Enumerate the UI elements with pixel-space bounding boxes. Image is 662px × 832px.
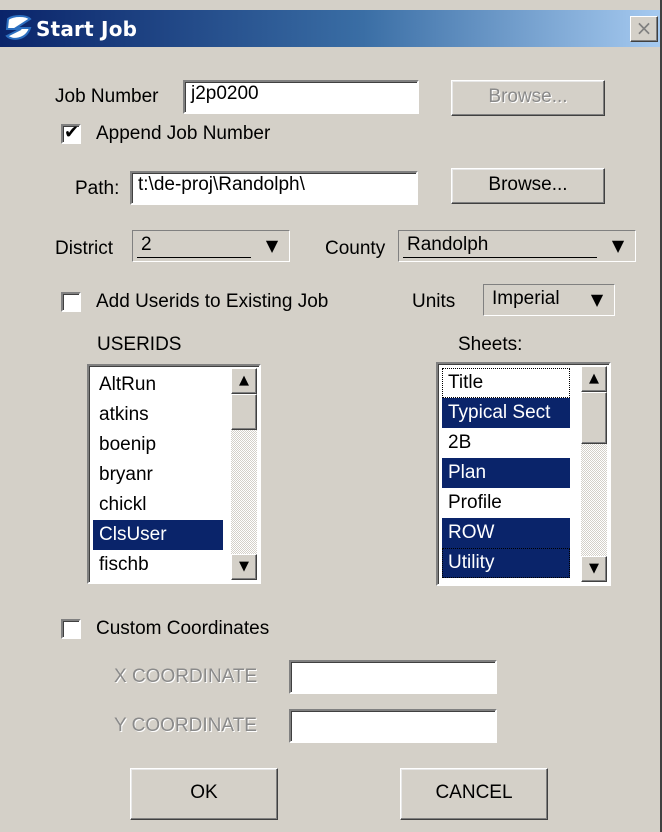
custom-coordinates-label: Custom Coordinates [96, 618, 270, 639]
county-label: County [325, 238, 386, 259]
scroll-down-icon[interactable]: ▼ [581, 556, 607, 582]
county-value: Randolph [407, 234, 489, 255]
chevron-down-icon[interactable]: ▼ [603, 233, 633, 259]
list-item[interactable]: ROW [442, 518, 570, 548]
units-value: Imperial [492, 288, 560, 309]
job-browse-button[interactable]: Browse... [451, 80, 605, 116]
append-job-number-checkbox[interactable]: ✔ [61, 122, 81, 144]
userids-header: USERIDS [97, 334, 182, 355]
path-input[interactable]: t:\de-proj\Randolph\ [130, 171, 418, 205]
list-item[interactable]: Title [442, 368, 570, 398]
district-underline [137, 257, 251, 258]
path-browse-button[interactable]: Browse... [451, 168, 605, 204]
list-item[interactable]: Typical Sect [442, 398, 570, 428]
userids-scrollbar[interactable]: ▲ ▼ [231, 368, 257, 580]
list-item[interactable]: Profile [442, 488, 570, 518]
path-browse-label: Browse... [488, 174, 568, 195]
county-dropdown[interactable]: Randolph ▼ [398, 230, 636, 262]
job-number-input[interactable]: j2p0200 [183, 80, 419, 114]
add-userids-label: Add Userids to Existing Job [96, 291, 329, 312]
job-number-value: j2p0200 [191, 83, 259, 104]
sheets-scrollbar[interactable]: ▲ ▼ [581, 366, 607, 582]
close-icon: × [635, 16, 653, 40]
y-coordinate-label: Y COORDINATE [114, 715, 257, 736]
add-userids-checkbox[interactable] [61, 292, 81, 312]
x-coordinate-label: X COORDINATE [114, 666, 258, 687]
scroll-down-icon[interactable]: ▼ [231, 554, 257, 580]
custom-coordinates-checkbox[interactable] [61, 619, 81, 639]
scroll-up-icon[interactable]: ▲ [581, 366, 607, 392]
units-label: Units [412, 291, 456, 312]
append-job-number-label: Append Job Number [96, 123, 271, 144]
scroll-thumb[interactable] [581, 392, 607, 444]
job-number-label: Job Number [55, 86, 159, 107]
ok-button[interactable]: OK [130, 768, 278, 820]
district-label: District [55, 238, 114, 259]
close-button[interactable]: × [630, 16, 658, 42]
list-item[interactable]: bryanr [93, 460, 223, 490]
userids-list: AltRun atkins boenip bryanr chickl ClsUs… [93, 370, 223, 580]
job-browse-label: Browse... [488, 86, 568, 107]
list-item[interactable]: atkins [93, 400, 223, 430]
x-coordinate-input[interactable] [289, 660, 497, 694]
list-item[interactable]: fischb [93, 550, 223, 580]
list-item[interactable]: Plan [442, 458, 570, 488]
list-item[interactable]: 2B [442, 428, 570, 458]
chevron-down-icon[interactable]: ▼ [582, 287, 612, 313]
cancel-button[interactable]: CANCEL [400, 768, 548, 820]
sheets-list: Title Typical Sect 2B Plan Profile ROW U… [442, 368, 570, 578]
ok-label: OK [190, 782, 218, 803]
list-item[interactable]: boenip [93, 430, 223, 460]
scroll-thumb[interactable] [231, 394, 257, 430]
district-value: 2 [141, 234, 152, 255]
path-value: t:\de-proj\Randolph\ [138, 174, 305, 195]
sheets-listbox[interactable]: Title Typical Sect 2B Plan Profile ROW U… [436, 362, 611, 586]
userids-listbox[interactable]: AltRun atkins boenip bryanr chickl ClsUs… [87, 364, 261, 584]
list-item[interactable]: Utility [442, 548, 570, 578]
y-coordinate-input[interactable] [289, 709, 497, 743]
app-logo-icon [5, 15, 32, 40]
list-item[interactable]: AltRun [93, 370, 223, 400]
county-underline [403, 257, 597, 258]
list-item[interactable]: ClsUser [93, 520, 223, 550]
district-dropdown[interactable]: 2 ▼ [132, 230, 290, 262]
sheets-header: Sheets: [458, 334, 523, 355]
list-item[interactable]: chickl [93, 490, 223, 520]
chevron-down-icon[interactable]: ▼ [257, 233, 287, 259]
check-icon: ✔ [64, 122, 80, 143]
cancel-label: CANCEL [435, 782, 513, 803]
scroll-up-icon[interactable]: ▲ [231, 368, 257, 394]
title-bar[interactable]: Start Job × [0, 10, 660, 47]
window-title: Start Job [36, 17, 138, 41]
start-job-dialog: Start Job × Job Number j2p0200 Browse...… [0, 0, 662, 832]
units-dropdown[interactable]: Imperial ▼ [483, 284, 615, 316]
path-label: Path: [75, 178, 120, 199]
